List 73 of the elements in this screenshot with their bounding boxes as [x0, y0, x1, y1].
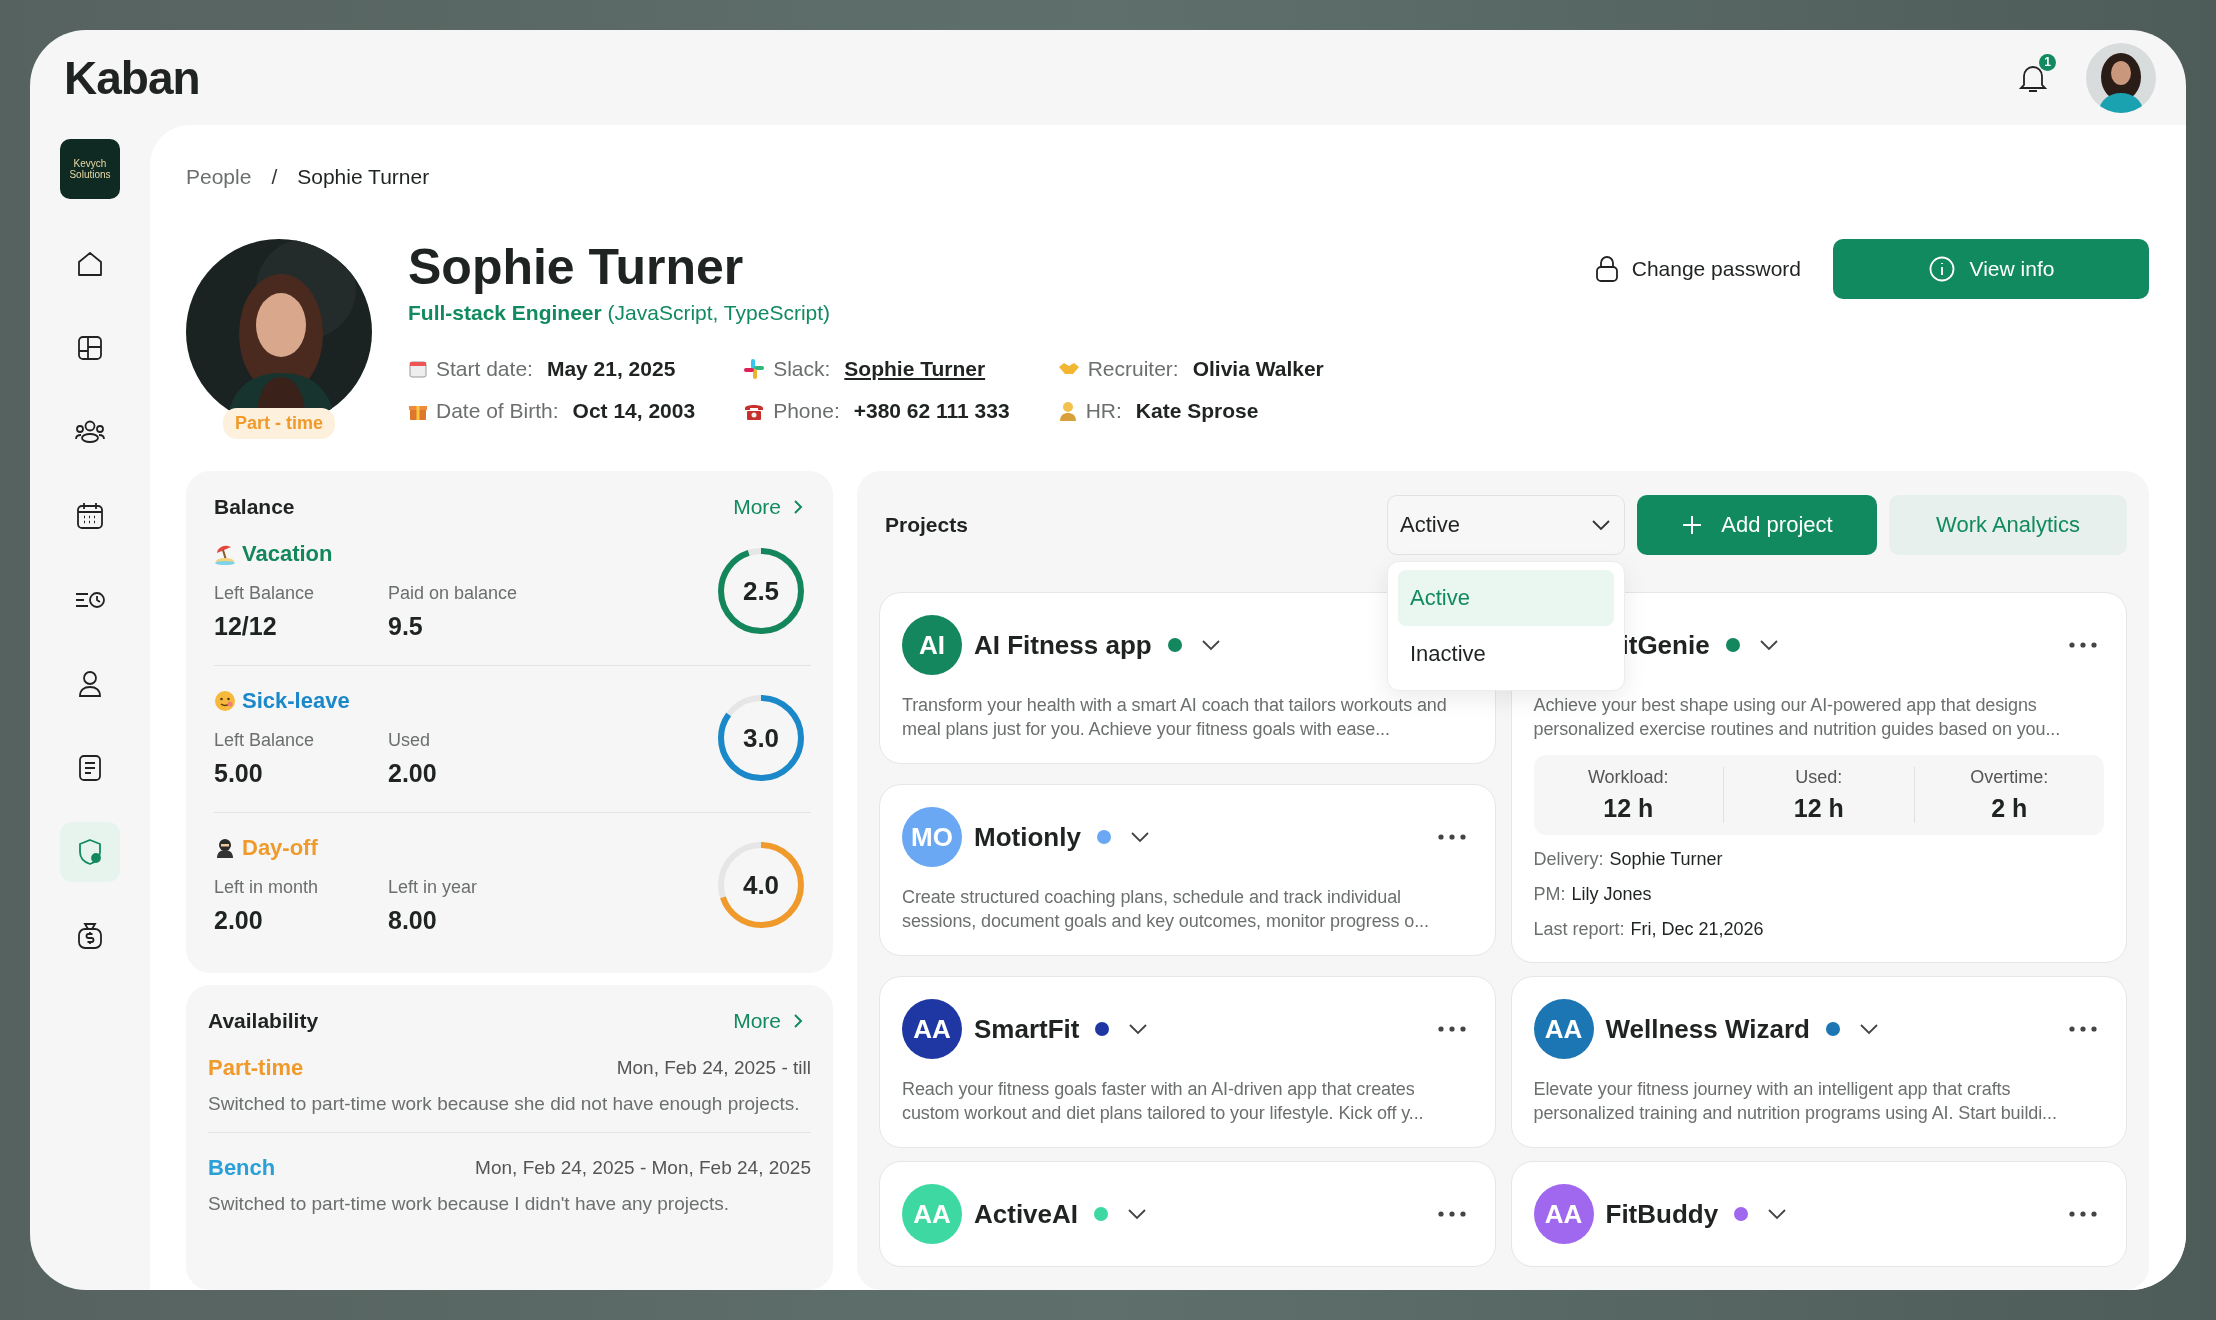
leave-type: Day-off	[242, 835, 318, 861]
hours-label: Used:	[1795, 767, 1843, 788]
project-description: Achieve your best shape using our AI-powered app that designs personalized exercise routines and nutrition guides based on you...	[1533, 694, 2062, 741]
availability-note: Switched to part-time work because she did not have enough projects.	[208, 1092, 801, 1116]
project-avatar: AI	[902, 615, 962, 675]
project-avatar: AA	[1533, 999, 1594, 1059]
stat-label: Left in month	[214, 877, 320, 898]
availability-note: Switched to part-time work because I didn't have any projects.	[208, 1192, 731, 1216]
project-description: Transform your health with a smart AI coach that tailors workouts and meal plans just for you. Achieve your fitness goals with ease...	[902, 694, 1448, 741]
detail-label: Date of Birth:	[436, 399, 559, 423]
detail-value: Fri, Dec 21,2026	[1630, 919, 1764, 940]
hours-label: Overtime:	[1970, 767, 2049, 788]
person-name: Sophie Turner	[408, 239, 745, 295]
project-description: Elevate your fitness journey with an intelligent app that crafts personalized training and nutrition programs using AI. Start buildi...	[1533, 1078, 2058, 1125]
detail-value: Lily Jones	[1571, 884, 1652, 905]
project-name: ActiveAI	[974, 1198, 1079, 1230]
stat-label: Paid on balance	[388, 583, 519, 604]
stat-label: Used	[388, 730, 432, 751]
project-avatar: AA	[1533, 1184, 1594, 1244]
stat-value: 8.00	[388, 906, 438, 935]
stat-value: 2.00	[388, 759, 438, 788]
ring-value: 3.0	[742, 722, 780, 754]
project-name: AI Fitness app	[974, 629, 1152, 661]
detail-label: Start date:	[436, 357, 533, 381]
availability-type: Part-time	[208, 1055, 304, 1081]
detail-value: Kate Sprose	[1135, 399, 1259, 423]
notification-badge: 1	[2039, 53, 2056, 71]
detail-value: May 21, 2025	[546, 357, 676, 381]
project-name: Motionly	[974, 821, 1081, 853]
hours-label: Workload:	[1587, 767, 1669, 788]
app-logo: Kaban	[64, 50, 200, 105]
project-avatar: MO	[902, 807, 962, 867]
detail-value: Olivia Walker	[1192, 357, 1324, 381]
stat-label: Left Balance	[214, 730, 316, 751]
detail-value: Sophie Turner	[1609, 849, 1723, 870]
detail-label: Phone:	[773, 399, 840, 423]
project-name: Wellness Wizard	[1605, 1013, 1810, 1045]
leave-type: Vacation	[242, 541, 333, 567]
project-avatar: AA	[902, 999, 962, 1059]
section-title: Balance	[214, 495, 295, 519]
stat-value: 12/12	[214, 612, 278, 641]
date-range: Mon, Feb 24, 2025 - till	[616, 1057, 811, 1079]
stat-value: 9.5	[388, 612, 424, 641]
project-avatar: AA	[902, 1184, 962, 1244]
stat-label: Left Balance	[214, 583, 316, 604]
detail-label: Recruiter:	[1087, 357, 1179, 381]
stat-value: 5.00	[214, 759, 264, 788]
job-title: Full-stack Engineer (JavaScript, TypeScript)	[408, 301, 832, 325]
hours-value: 2 h	[1991, 794, 2028, 823]
ring-value: 4.0	[742, 869, 780, 901]
detail-label: Delivery:	[1533, 849, 1604, 870]
project-name: FitBuddy	[1605, 1198, 1719, 1230]
date-range: Mon, Feb 24, 2025 - Mon, Feb 24, 2025	[475, 1157, 811, 1179]
detail-label: Slack:	[773, 357, 831, 381]
project-description: Reach your fitness goals faster with an AI-driven app that creates custom workout and diet plans tailored to your lifestyle. Kick off y...	[902, 1078, 1425, 1125]
project-description: Create structured coaching plans, schedule and track individual sessions, document goals and key outcomes, monitor progress o...	[902, 886, 1430, 933]
stat-value: 2.00	[214, 906, 264, 935]
leave-type: Sick-leave	[242, 688, 350, 714]
section-title: Projects	[885, 513, 969, 537]
detail-label: Last report:	[1533, 919, 1625, 940]
detail-label: PM:	[1533, 884, 1566, 905]
detail-value: +380 62 111 333	[853, 399, 1010, 423]
section-title: Availability	[208, 1009, 319, 1033]
breadcrumb-separator: /	[271, 165, 278, 189]
detail-label: HR:	[1085, 399, 1122, 423]
detail-value: Oct 14, 2003	[572, 399, 696, 423]
ring-value: 2.5	[742, 575, 780, 607]
hours-value: 12 h	[1603, 794, 1654, 823]
employment-badge: Part - time	[223, 408, 335, 439]
stat-label: Left in year	[388, 877, 479, 898]
project-name: SmartFit	[974, 1013, 1080, 1045]
availability-type: Bench	[208, 1155, 276, 1181]
hours-value: 12 h	[1793, 794, 1844, 823]
